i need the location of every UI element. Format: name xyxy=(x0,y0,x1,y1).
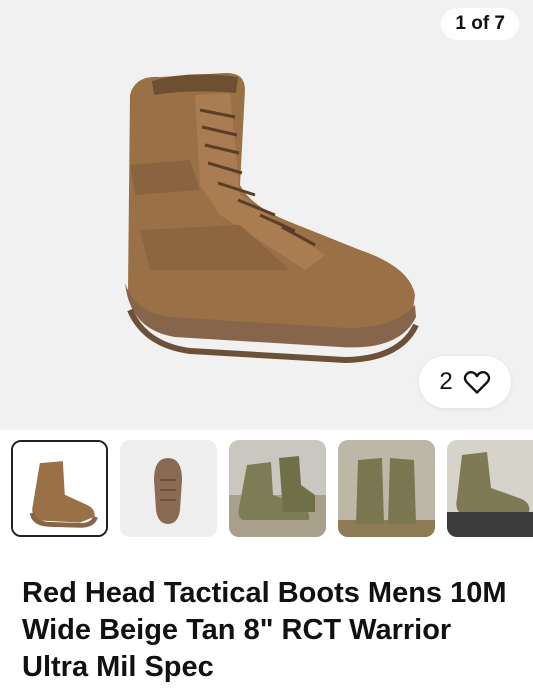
heart-outline-icon xyxy=(463,370,490,394)
thumbnail-2-boot-sole[interactable] xyxy=(120,440,217,537)
boot-side-thumbnail xyxy=(13,442,106,535)
thumbnail-strip xyxy=(0,440,533,542)
boot-on-mat-thumbnail xyxy=(447,440,533,537)
boot-pair-thumbnail xyxy=(229,440,326,537)
thumbnail-4-boot-pair-front[interactable] xyxy=(338,440,435,537)
thumbnail-5-boot-on-mat[interactable] xyxy=(447,440,533,537)
boot-sole-thumbnail xyxy=(120,440,217,537)
thumbnail-1-boot-side[interactable] xyxy=(11,440,108,537)
boot-pair-front-thumbnail xyxy=(338,440,435,537)
thumbnail-3-boot-pair-green[interactable] xyxy=(229,440,326,537)
listing-title: Red Head Tactical Boots Mens 10M Wide Be… xyxy=(22,577,507,683)
product-image-gallery[interactable]: 1 of 7 2 xyxy=(0,0,533,430)
watch-button[interactable]: 2 xyxy=(419,356,511,408)
tan-tactical-boot-image xyxy=(125,72,419,364)
image-counter: 1 of 7 xyxy=(441,8,519,40)
watch-count: 2 xyxy=(439,368,453,395)
